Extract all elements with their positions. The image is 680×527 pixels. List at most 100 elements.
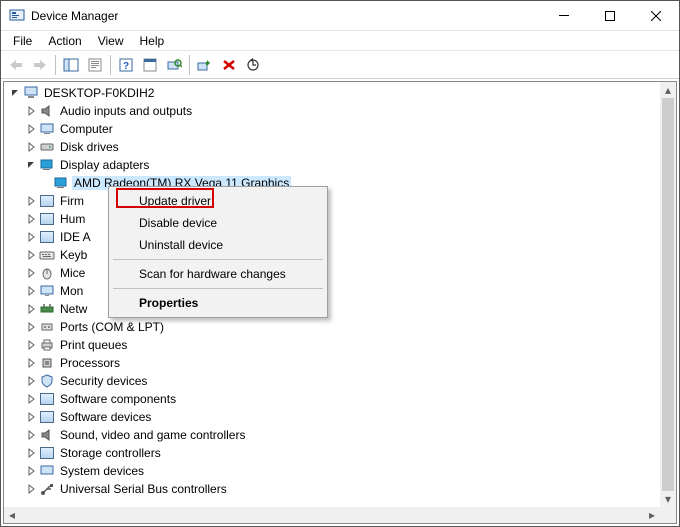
tree-node-computer[interactable]: Computer	[6, 120, 660, 138]
show-hide-console-button[interactable]	[60, 54, 82, 76]
maximize-button[interactable]	[587, 1, 633, 30]
tree-node-mice[interactable]: Mice	[6, 264, 660, 282]
tree-node-audio[interactable]: Audio inputs and outputs	[6, 102, 660, 120]
horizontal-scrollbar[interactable]: ◂ ▸	[4, 507, 660, 523]
tree-node-keyboard[interactable]: Keyb	[6, 246, 660, 264]
expand-icon[interactable]	[24, 482, 38, 496]
tree-node-processors[interactable]: Processors	[6, 354, 660, 372]
menu-help[interactable]: Help	[132, 32, 173, 50]
tree-node-label: Universal Serial Bus controllers	[58, 482, 229, 496]
expand-icon[interactable]	[24, 104, 38, 118]
expand-icon[interactable]	[24, 410, 38, 424]
tree-node-label: Hum	[58, 212, 87, 226]
expand-icon[interactable]	[24, 338, 38, 352]
back-button[interactable]	[5, 54, 27, 76]
tree-node-ide[interactable]: IDE A	[6, 228, 660, 246]
computer-icon	[39, 121, 55, 137]
expand-icon[interactable]	[24, 122, 38, 136]
tree-node-firmware[interactable]: Firm	[6, 192, 660, 210]
monitor-icon	[39, 283, 55, 299]
port-icon	[39, 319, 55, 335]
ctx-update-driver[interactable]: Update driver	[111, 190, 325, 212]
printer-icon	[39, 337, 55, 353]
menu-view[interactable]: View	[90, 32, 132, 50]
toolbar-separator	[189, 55, 190, 75]
tree-node-monitors[interactable]: Mon	[6, 282, 660, 300]
expand-icon[interactable]	[24, 392, 38, 406]
toolbar-separator	[110, 55, 111, 75]
software-device-icon	[39, 409, 55, 425]
tree-node-network[interactable]: Netw	[6, 300, 660, 318]
ctx-uninstall-device[interactable]: Uninstall device	[111, 234, 325, 256]
tree-node-security[interactable]: Security devices	[6, 372, 660, 390]
expand-icon[interactable]	[24, 230, 38, 244]
expand-icon[interactable]	[24, 428, 38, 442]
scroll-track[interactable]	[20, 507, 644, 523]
scroll-up-icon[interactable]: ▴	[660, 82, 676, 98]
expand-icon[interactable]	[24, 464, 38, 478]
tree-node-label: Mon	[58, 284, 85, 298]
expand-icon[interactable]	[24, 140, 38, 154]
tree-node-label: Print queues	[58, 338, 129, 352]
ctx-disable-device[interactable]: Disable device	[111, 212, 325, 234]
collapse-icon[interactable]	[8, 86, 22, 100]
expand-icon[interactable]	[24, 194, 38, 208]
help-button[interactable]: ?	[115, 54, 137, 76]
toolbar: ?	[1, 51, 679, 79]
tree-node-ports[interactable]: Ports (COM & LPT)	[6, 318, 660, 336]
device-tree[interactable]: DESKTOP-F0KDIH2 Audio inputs and outputs…	[4, 82, 660, 507]
tree-node-print[interactable]: Print queues	[6, 336, 660, 354]
tree-node-label: Security devices	[58, 374, 149, 388]
expand-icon[interactable]	[24, 374, 38, 388]
security-icon	[39, 373, 55, 389]
scroll-thumb[interactable]	[662, 98, 674, 491]
toolbar-action-button[interactable]	[139, 54, 161, 76]
close-button[interactable]	[633, 1, 679, 30]
tree-node-label: Sound, video and game controllers	[58, 428, 247, 442]
collapse-icon[interactable]	[24, 158, 38, 172]
vertical-scrollbar[interactable]: ▴ ▾	[660, 82, 676, 507]
ctx-scan-hardware[interactable]: Scan for hardware changes	[111, 263, 325, 285]
tree-node-disk[interactable]: Disk drives	[6, 138, 660, 156]
expand-icon[interactable]	[24, 212, 38, 226]
disable-device-button[interactable]	[218, 54, 240, 76]
tree-node-label: Processors	[58, 356, 122, 370]
scan-hardware-button[interactable]	[163, 54, 185, 76]
expand-icon[interactable]	[24, 320, 38, 334]
expand-icon[interactable]	[24, 356, 38, 370]
expand-icon[interactable]	[24, 248, 38, 262]
cpu-icon	[39, 355, 55, 371]
forward-button[interactable]	[29, 54, 51, 76]
tree-node-swcomponents[interactable]: Software components	[6, 390, 660, 408]
network-icon	[39, 301, 55, 317]
properties-button[interactable]	[84, 54, 106, 76]
tree-node-hid[interactable]: Hum	[6, 210, 660, 228]
expand-icon[interactable]	[24, 284, 38, 298]
tree-root[interactable]: DESKTOP-F0KDIH2	[6, 84, 660, 102]
menu-action[interactable]: Action	[40, 32, 89, 50]
scroll-down-icon[interactable]: ▾	[660, 491, 676, 507]
tree-node-label: Mice	[58, 266, 87, 280]
tree-node-label: Software components	[58, 392, 178, 406]
expand-icon[interactable]	[24, 302, 38, 316]
tree-node-display[interactable]: Display adapters	[6, 156, 660, 174]
tree-node-swdevices[interactable]: Software devices	[6, 408, 660, 426]
tree-node-storage[interactable]: Storage controllers	[6, 444, 660, 462]
tree-node-system[interactable]: System devices	[6, 462, 660, 480]
menu-file[interactable]: File	[5, 32, 40, 50]
enable-device-button[interactable]	[194, 54, 216, 76]
expand-icon[interactable]	[24, 446, 38, 460]
menubar: File Action View Help	[1, 31, 679, 51]
tree-node-display-child[interactable]: AMD Radeon(TM) RX Vega 11 Graphics	[6, 174, 660, 192]
scroll-left-icon[interactable]: ◂	[4, 507, 20, 523]
ide-icon	[39, 229, 55, 245]
scroll-right-icon[interactable]: ▸	[644, 507, 660, 523]
expand-icon[interactable]	[24, 266, 38, 280]
minimize-button[interactable]	[541, 1, 587, 30]
tree-node-usb[interactable]: Universal Serial Bus controllers	[6, 480, 660, 498]
tree-node-sound[interactable]: Sound, video and game controllers	[6, 426, 660, 444]
scroll-corner	[660, 507, 676, 523]
disk-icon	[39, 139, 55, 155]
ctx-properties[interactable]: Properties	[111, 292, 325, 314]
update-driver-button[interactable]	[242, 54, 264, 76]
